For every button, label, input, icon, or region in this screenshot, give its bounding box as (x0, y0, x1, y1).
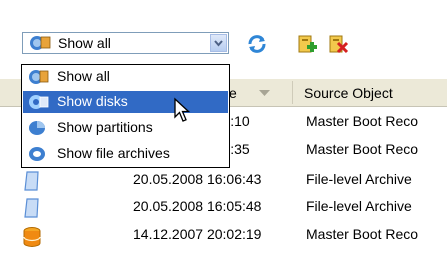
row-date: 20.05.2008 16:06:43 (133, 171, 262, 187)
file-icon (24, 171, 39, 191)
refresh-icon[interactable] (246, 33, 268, 55)
add-archive-icon[interactable] (296, 33, 318, 55)
dropdown-option-show-file-archives[interactable]: Show file archives (23, 143, 228, 165)
row-source: File-level Archive (306, 171, 412, 187)
column-header-date[interactable]: e (229, 85, 237, 101)
chevron-down-icon (214, 40, 223, 47)
disk-icon (29, 95, 49, 109)
column-separator[interactable] (292, 81, 293, 104)
dropdown-option-show-disks[interactable]: Show disks (23, 91, 228, 113)
show-all-icon (30, 36, 51, 50)
dropdown-option-label: Show partitions (57, 119, 153, 135)
dropdown-option-show-all[interactable]: Show all (23, 66, 228, 88)
filter-dropdown-button[interactable] (210, 34, 227, 52)
row-source: Master Boot Reco (306, 226, 419, 242)
row-source: Master Boot Reco (306, 113, 419, 129)
sort-descending-icon (259, 90, 270, 96)
filter-selected-label: Show all (58, 35, 111, 51)
dropdown-option-show-partitions[interactable]: Show partitions (23, 117, 228, 139)
column-header-source-object[interactable]: Source Object (304, 85, 393, 101)
partition-icon (29, 121, 45, 135)
show-all-icon (29, 70, 49, 84)
file-archive-icon (29, 147, 45, 161)
row-source: Master Boot Reco (306, 141, 419, 157)
table-row[interactable]: 14.12.2007 20:02:19 Master Boot Reco (0, 224, 447, 249)
dropdown-option-label: Show disks (57, 93, 128, 109)
dropdown-option-label: Show all (57, 68, 110, 84)
dropdown-option-label: Show file archives (57, 145, 170, 161)
filter-combobox[interactable]: Show all (22, 32, 229, 54)
file-icon (24, 198, 39, 218)
mouse-cursor-icon (174, 97, 191, 122)
row-date: 14.12.2007 20:02:19 (133, 226, 262, 242)
filter-dropdown-list: Show all Show disks Show partitions Show… (21, 64, 230, 168)
disk-stack-icon (23, 227, 41, 247)
row-date: 20.05.2008 16:05:48 (133, 198, 262, 214)
table-row[interactable]: 20.05.2008 16:06:43 File-level Archive (0, 169, 447, 194)
delete-archive-icon[interactable] (327, 33, 349, 55)
row-source: File-level Archive (306, 198, 412, 214)
table-row[interactable]: 20.05.2008 16:05:48 File-level Archive (0, 196, 447, 221)
